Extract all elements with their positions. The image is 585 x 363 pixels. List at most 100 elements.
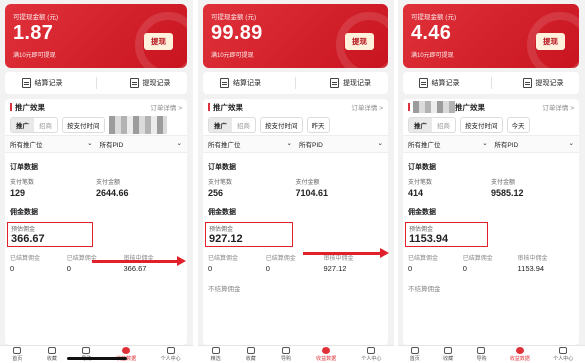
seg-promo[interactable]: 推广 xyxy=(11,118,34,132)
seg-merchant[interactable]: 招商 xyxy=(432,118,455,132)
position-filter[interactable]: 所有推广位 ⌄ xyxy=(408,139,488,149)
withdraw-button[interactable]: 提现 xyxy=(144,33,173,50)
type-segment[interactable]: 推广 招商 xyxy=(408,117,456,133)
range-select[interactable]: 昨天 xyxy=(306,117,330,133)
estimated-commission: 1153.94 xyxy=(409,233,449,245)
pid-filter[interactable]: 所有PID ⌄ xyxy=(299,139,383,149)
time-type-select[interactable]: 按支付时间 xyxy=(460,117,503,133)
nav-label: 导购 xyxy=(280,356,291,362)
withdraw-record-link[interactable]: 提现记录 xyxy=(522,78,564,88)
seg-merchant[interactable]: 招商 xyxy=(232,118,255,132)
estimated-commission-highlight: 预估佣金 1153.94 xyxy=(405,222,488,247)
type-segment[interactable]: 推广 招商 xyxy=(208,117,256,133)
estimated-commission-label: 预估佣金 xyxy=(11,227,36,233)
balance-caption: 可提现金额 (元) xyxy=(211,14,257,21)
order-count: 256 xyxy=(208,188,224,198)
position-filter[interactable]: 所有推广位 ⌄ xyxy=(208,139,292,149)
time-type-select[interactable]: 按支付时间 xyxy=(62,117,105,133)
nav-profile[interactable]: 个人中心 xyxy=(161,347,181,362)
balance-note: 满10元即可提现 xyxy=(411,53,454,59)
commission-title: 佣金数据 xyxy=(408,209,436,216)
type-segment[interactable]: 推广 招商 xyxy=(10,117,58,133)
pid-filter[interactable]: 所有PID ⌄ xyxy=(494,139,574,149)
promo-title: 推广效果 xyxy=(455,103,485,112)
nav-profile[interactable]: 个人中心 xyxy=(553,347,573,362)
red-arrow-2 xyxy=(303,248,389,258)
section-marker xyxy=(408,103,410,111)
orders-title: 订单数据 xyxy=(10,164,38,171)
unsettled-commission-label: 不结算佣金 xyxy=(408,286,441,293)
order-detail-link[interactable]: 订单详情 > xyxy=(542,102,574,112)
nav-label: 收藏 xyxy=(443,356,454,362)
order-count: 129 xyxy=(10,188,26,198)
screenshot-panel-3: 可提现金额 (元) 4.46 满10元即可提现 提现 结算记录 提现记录 推广效… xyxy=(398,0,585,363)
settle-record-link[interactable]: 结算记录 xyxy=(21,78,63,88)
heart-icon xyxy=(444,347,453,354)
settle-record-link[interactable]: 结算记录 xyxy=(418,78,460,88)
estimated-commission-label: 预估佣金 xyxy=(209,227,234,233)
nav-label: 精选 xyxy=(210,356,221,362)
position-filter[interactable]: 所有推广位 ⌄ xyxy=(10,139,93,149)
nav-guide[interactable]: 导购 xyxy=(476,347,486,362)
balance-note: 满10元即可提现 xyxy=(211,53,254,59)
balance-amount: 4.46 xyxy=(411,22,452,44)
nav-label: 个人中心 xyxy=(361,356,382,362)
position-filter-label: 所有推广位 xyxy=(10,142,43,149)
nav-favorites[interactable]: 收藏 xyxy=(443,347,453,362)
nav-home[interactable]: 精选 xyxy=(211,347,221,362)
nav-label: 个人中心 xyxy=(160,356,181,362)
balance-note: 满10元即可提现 xyxy=(13,53,56,59)
order-amount-label: 支付金额 xyxy=(96,180,121,186)
settled-value: 0 xyxy=(208,264,213,273)
order-count-label: 支付笔数 xyxy=(208,180,233,186)
home-indicator xyxy=(66,357,127,360)
promo-title: 推广效果 xyxy=(15,102,45,112)
balance-banner: 可提现金额 (元) 4.46 满10元即可提现 提现 xyxy=(403,4,579,68)
withdraw-button[interactable]: 提现 xyxy=(536,33,565,50)
document-icon xyxy=(418,78,428,88)
nav-guide[interactable]: 导购 xyxy=(281,347,291,362)
withdraw-record-link[interactable]: 提现记录 xyxy=(330,78,371,88)
nav-earnings[interactable]: 收益数据 xyxy=(510,347,530,362)
pending-value: 366.67 xyxy=(123,264,147,273)
nav-label: 个人中心 xyxy=(553,356,574,362)
order-detail-link[interactable]: 订单详情 > xyxy=(150,102,182,112)
balance-caption: 可提现金额 (元) xyxy=(13,14,59,21)
pid-filter[interactable]: 所有PID ⌄ xyxy=(99,139,182,149)
filter-row: 所有推广位 ⌄ 所有PID ⌄ xyxy=(203,135,388,153)
earnings-icon xyxy=(322,347,331,354)
filter-row: 所有推广位 ⌄ 所有PID ⌄ xyxy=(5,135,187,153)
nav-home[interactable]: 首页 xyxy=(12,347,22,362)
order-amount-label: 支付金额 xyxy=(295,180,320,186)
order-amount: 2644.66 xyxy=(96,188,129,198)
promo-card: 推广效果 订单详情 > 推广 招商 按支付时间 所有推广位 ⌄ 所有PID ⌄ 订单数据… xyxy=(5,99,187,345)
seg-promo[interactable]: 推广 xyxy=(409,118,432,132)
settle-record-link[interactable]: 结算记录 xyxy=(220,78,261,88)
records-bar: 结算记录 提现记录 xyxy=(5,72,187,94)
seg-promo[interactable]: 推广 xyxy=(209,118,232,132)
commission-est-row: 预估佣金 1153.94 xyxy=(403,222,579,247)
settled-label-2: 已结算佣金 xyxy=(462,256,493,262)
home-icon xyxy=(410,347,419,354)
pending-value: 1153.94 xyxy=(517,264,545,273)
nav-home[interactable]: 首页 xyxy=(410,347,420,362)
bottom-nav: 精选 收藏 导购 收益数据 个人中心 xyxy=(198,345,394,363)
range-select[interactable]: 今天 xyxy=(506,117,530,133)
withdraw-record-icon xyxy=(522,78,532,88)
guide-icon xyxy=(281,347,290,354)
pending-label: 审核中佣金 xyxy=(517,256,548,262)
nav-favorites[interactable]: 收藏 xyxy=(47,347,57,362)
records-bar: 结算记录 提现记录 xyxy=(203,72,388,94)
order-detail-link[interactable]: 订单详情 > xyxy=(351,102,383,112)
seg-merchant[interactable]: 招商 xyxy=(34,118,57,132)
nav-favorites[interactable]: 收藏 xyxy=(246,347,256,362)
withdraw-record-link[interactable]: 提现记录 xyxy=(129,78,171,88)
withdraw-button[interactable]: 提现 xyxy=(345,33,374,50)
time-type-select[interactable]: 按支付时间 xyxy=(260,117,303,133)
nav-profile[interactable]: 个人中心 xyxy=(361,347,381,362)
nav-label: 收益数据 xyxy=(316,356,337,362)
balance-amount: 99.89 xyxy=(211,22,263,44)
commission-est-row: 预估佣金 366.67 xyxy=(5,222,187,247)
nav-earnings[interactable]: 收益数据 xyxy=(316,347,336,362)
orders-row: 支付笔数 129 支付金额 2644.66 xyxy=(5,177,187,198)
